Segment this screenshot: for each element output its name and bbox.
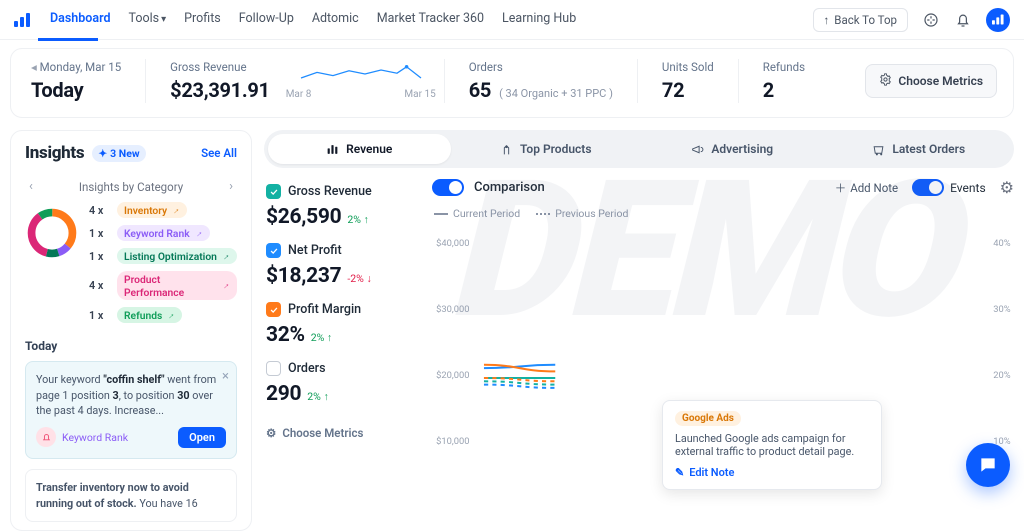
pencil-icon: ✎ [675,466,684,479]
chevron-down-icon: ▾ [161,14,166,25]
svg-text:$40,000: $40,000 [436,238,469,249]
carousel-prev[interactable]: ‹ [25,177,37,196]
choose-metrics-link[interactable]: ⚙Choose Metrics [266,426,424,440]
svg-text:$10,000: $10,000 [436,436,469,447]
metric-orders[interactable]: Orders 2902% ↑ [266,361,424,406]
plus-icon: ＋ [835,180,847,196]
sparkle-icon[interactable] [922,11,940,29]
insight-card-2: Transfer inventory now to avoid running … [25,469,237,522]
nav-learning-hub[interactable]: Learning Hub [502,11,576,29]
kpi-orders-sub: ( 34 Organic + 31 PPC ) [499,87,613,100]
gear-icon: ⚙ [266,426,276,440]
events-toggle[interactable] [912,179,944,196]
carousel-next[interactable]: › [225,177,237,196]
close-icon[interactable]: × [222,368,229,387]
add-note-button[interactable]: ＋Add Note [835,180,898,196]
category-row[interactable]: 1 xListing Optimization→ [89,248,237,264]
chat-fab[interactable] [966,443,1010,487]
insights-new-pill: ✦3 New [92,145,145,162]
svg-text:20%: 20% [993,370,1011,381]
tab-revenue[interactable]: Revenue [268,134,451,164]
kpi-orders-value: 65 [469,78,491,102]
insight-open-button[interactable]: Open [178,427,226,448]
carousel-title: Insights by Category [79,180,183,194]
nav-adtomic[interactable]: Adtomic [312,11,359,29]
kpi-orders-label: Orders [469,60,613,74]
kpi-sparkline: Mar 8Mar 15 [286,62,436,100]
bell-icon [36,427,56,447]
category-row[interactable]: 1 xRefunds→ [89,307,237,323]
kpi-gross-value: $23,391.91 [170,78,270,102]
category-row[interactable]: 1 xKeyword Rank→ [89,225,237,241]
sparkle-icon: ✦ [98,147,107,160]
note-body: Launched Google ads campaign for externa… [675,432,869,458]
insight-card-chip: Keyword Rank [36,427,128,447]
kpi-units-value: 72 [662,78,714,102]
tab-advertising[interactable]: Advertising [641,134,824,164]
insights-donut [25,206,79,260]
tab-latest-orders[interactable]: Latest Orders [828,134,1011,164]
kpi-bar: ◂ Monday, Mar 15 Today Gross Revenue $23… [10,48,1014,118]
nav-dashboard[interactable]: Dashboard [50,11,111,29]
metric-gross-revenue[interactable]: Gross Revenue $26,5902% ↑ [266,184,424,229]
insights-title: Insights [25,143,84,163]
comparison-label: Comparison [474,180,545,195]
back-to-top-button[interactable]: ↑ Back To Top [813,8,908,32]
choose-metrics-button[interactable]: Choose Metrics [865,64,997,98]
kpi-date: ◂ Monday, Mar 15 [31,60,121,74]
revenue-tabs: Revenue Top Products Advertising Latest … [264,130,1014,168]
arrow-up-icon: ↑ [824,13,830,27]
comparison-toggle[interactable] [432,179,464,196]
insights-see-all[interactable]: See All [201,146,237,160]
nav-tools[interactable]: Tools▾ [129,11,167,29]
checkbox-off-icon [266,361,281,376]
category-row[interactable]: 4 xInventory→ [89,202,237,218]
svg-text:$30,000: $30,000 [436,304,469,315]
kpi-today: Today [31,78,121,102]
edit-note-button[interactable]: ✎Edit Note [675,466,869,479]
bell-icon[interactable] [954,11,972,29]
insight-card-1: × Your keyword "coffin shelf" went from … [25,361,237,459]
kpi-gross-label: Gross Revenue [170,60,270,74]
revenue-chart: $40,000 $30,000 $20,000 $10,000 40% 30% … [432,224,1014,484]
note-tag: Google Ads [675,411,741,426]
tab-top-products[interactable]: Top Products [455,134,638,164]
nav-market-tracker[interactable]: Market Tracker 360 [377,11,484,29]
chart-note-card: Google Ads Launched Google ads campaign … [662,400,882,490]
insights-today-label: Today [25,339,237,353]
category-row[interactable]: 4 xProduct Performance→ [89,271,237,300]
metric-profit-margin[interactable]: Profit Margin 32%2% ↑ [266,302,424,347]
nav-followup[interactable]: Follow-Up [239,11,294,29]
kpi-units-label: Units Sold [662,60,714,74]
kpi-refunds-value: 2 [763,78,805,102]
brand-icon [14,13,32,27]
svg-text:40%: 40% [993,238,1011,249]
gear-icon[interactable]: ⚙ [1000,178,1014,197]
nav-profits[interactable]: Profits [184,11,221,29]
metric-net-profit[interactable]: Net Profit $18,237-2% ↓ [266,243,424,288]
gear-icon [879,73,892,89]
svg-text:$20,000: $20,000 [436,370,469,381]
kpi-refunds-label: Refunds [763,60,805,74]
chart-legend: Current Period Previous Period [434,207,1014,220]
svg-text:30%: 30% [993,304,1011,315]
avatar[interactable] [986,8,1010,32]
